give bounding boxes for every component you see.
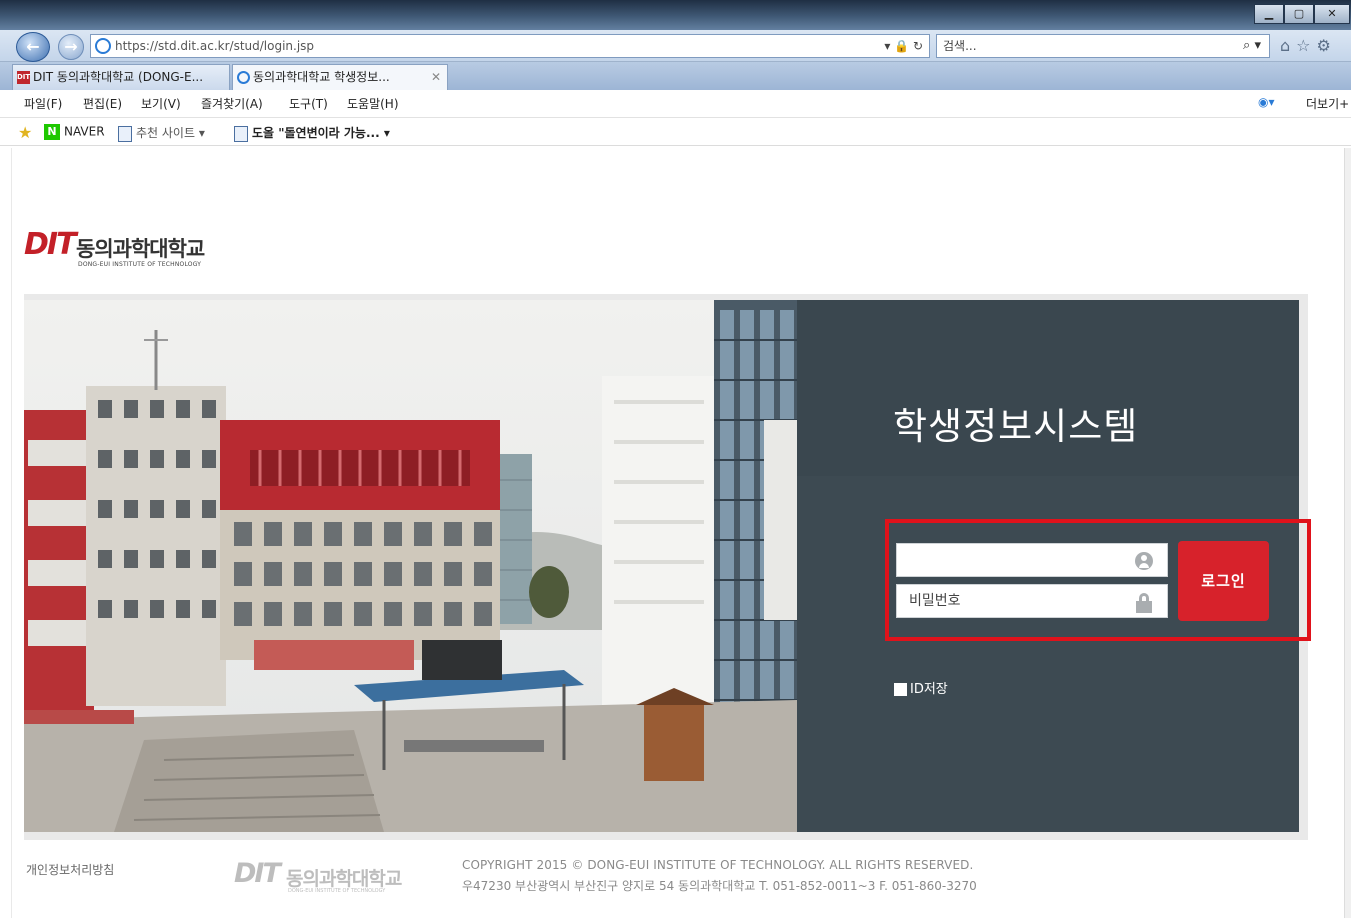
menu-view[interactable]: 보기(V) (141, 95, 181, 112)
tab-dit-home[interactable]: DIT DIT 동의과학대학교 (DONG-E... (12, 64, 230, 90)
tab-label: 동의과학대학교 학생정보... (253, 70, 390, 84)
favorites-bar: ★ N NAVER 추천 사이트 ▾ 도올 "돌연변이라 가능... ▾ (0, 118, 1351, 146)
logo-subtitle: DONG-EUI INSTITUTE OF TECHNOLOGY (78, 261, 202, 268)
tab-student-info[interactable]: 동의과학대학교 학생정보... ✕ (232, 64, 448, 90)
more-button[interactable]: 더보기+ (1306, 95, 1349, 112)
maximize-button[interactable]: ▢ (1284, 4, 1314, 24)
menu-file[interactable]: 파일(F) (24, 95, 62, 112)
minimize-button[interactable]: ▁ (1254, 4, 1284, 24)
ie-icon (95, 38, 111, 54)
site-logo[interactable]: DIT 동의과학대학교 DONG-EUI INSTITUTE OF TECHNO… (24, 225, 224, 271)
address-text: 우47230 부산광역시 부산진구 양지로 54 동의과학대학교 T. 051-… (462, 879, 977, 893)
naver-icon: N (44, 124, 60, 140)
favorites-star-icon[interactable]: ☆ (1296, 36, 1316, 55)
favorite-label: NAVER (64, 124, 105, 139)
search-placeholder: 검색... (943, 39, 977, 53)
menu-tools[interactable]: 도구(T) (289, 95, 328, 112)
address-tools[interactable]: ▾ 🔒 ↻ (884, 35, 923, 57)
login-panel-header: 학생정보시스템 (797, 300, 1299, 476)
browser-window: ▁ ▢ ✕ ← → https://std.dit.ac.kr/stud/log… (0, 0, 1351, 918)
campus-photo (24, 300, 797, 832)
footer-logo-name: 동의과학대학교 (286, 868, 402, 890)
favorites-star-icon[interactable]: ★ (18, 123, 32, 142)
menu-help[interactable]: 도움말(H) (347, 95, 399, 112)
address-url: https://std.dit.ac.kr/stud/login.jsp (115, 39, 315, 53)
back-arrow-icon: ← (26, 37, 40, 56)
campus-building-image (24, 300, 797, 832)
toolbar-icons: ⌂☆⚙ (1280, 36, 1337, 55)
favorite-naver[interactable]: N NAVER (44, 124, 105, 140)
footer-logo-subtitle: DONG-EUI INSTITUTE OF TECHNOLOGY (288, 888, 386, 894)
tab-bar: DIT DIT 동의과학대학교 (DONG-E... 동의과학대학교 학생정보.… (0, 62, 1351, 90)
menu-bar: 파일(F) 편집(E) 보기(V) 즐겨찾기(A) 도구(T) 도움말(H) ◉… (0, 90, 1351, 118)
save-id-label: ID저장 (910, 682, 948, 697)
checkbox-icon[interactable] (894, 683, 907, 696)
home-icon[interactable]: ⌂ (1280, 36, 1296, 55)
save-id-checkbox[interactable]: ID저장 (894, 678, 948, 697)
page-icon (234, 125, 248, 142)
page-icon (118, 125, 132, 142)
gear-icon[interactable]: ⚙ (1317, 36, 1337, 55)
close-tab-icon[interactable]: ✕ (431, 65, 441, 89)
menu-edit[interactable]: 편집(E) (83, 95, 122, 112)
logo-mark: DIT (24, 227, 77, 262)
forward-button[interactable]: → (58, 34, 84, 60)
favorite-suggested-sites[interactable]: 추천 사이트 ▾ (118, 124, 205, 142)
vertical-scrollbar[interactable] (1344, 148, 1351, 918)
window-left-edge (0, 148, 12, 918)
address-bar[interactable]: https://std.dit.ac.kr/stud/login.jsp ▾ 🔒… (90, 34, 930, 58)
privacy-policy-link[interactable]: 개인정보처리방침 (26, 861, 114, 878)
favorite-label: 추천 사이트 (136, 126, 196, 140)
title-bar: ▁ ▢ ✕ (0, 0, 1351, 34)
footer-logo: DIT 동의과학대학교 DONG-EUI INSTITUTE OF TECHNO… (234, 858, 434, 898)
copyright-text: COPYRIGHT 2015 © DONG-EUI INSTITUTE OF T… (462, 858, 974, 872)
favorite-label: 도올 "돌연변이라 가능... (252, 126, 380, 140)
ie-favicon-icon (237, 71, 250, 84)
system-title: 학생정보시스템 (893, 405, 1139, 448)
logo-name: 동의과학대학교 (76, 237, 205, 261)
footer-logo-mark: DIT (234, 858, 281, 889)
close-window-button[interactable]: ✕ (1314, 4, 1350, 24)
browser-search-input[interactable]: 검색... ⌕ ▾ (936, 34, 1270, 58)
menu-favorites[interactable]: 즐겨찾기(A) (201, 95, 263, 112)
login-highlight-box (885, 519, 1311, 641)
forward-arrow-icon: → (64, 37, 78, 56)
search-icon[interactable]: ⌕ ▾ (1243, 35, 1261, 57)
favorite-doll[interactable]: 도올 "돌연변이라 가능... ▾ (234, 124, 390, 142)
ie-feedback-icon[interactable]: ◉▾ (1258, 95, 1275, 109)
back-button[interactable]: ← (16, 32, 50, 62)
navigation-bar: ← → https://std.dit.ac.kr/stud/login.jsp… (0, 30, 1351, 62)
tab-label: DIT 동의과학대학교 (DONG-E... (33, 70, 204, 84)
dit-favicon-icon: DIT (17, 71, 30, 84)
